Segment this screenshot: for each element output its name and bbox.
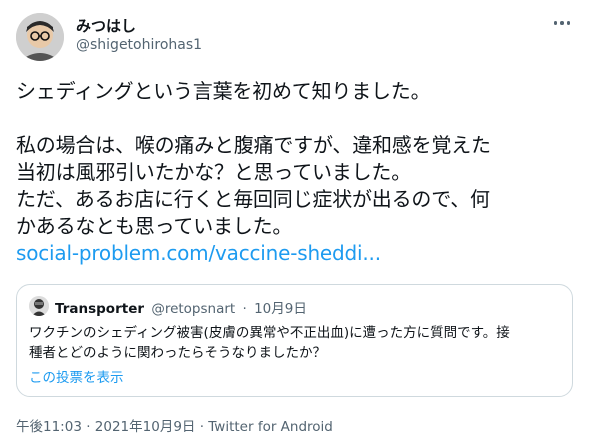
tweet-line: かあるなとも思っていました。 — [16, 214, 293, 238]
tweet-text: シェディングという言葉を初めて知りました。 私の場合は、喉の痛みと腹痛ですが、違… — [16, 78, 581, 267]
quote-date: 10月9日 — [254, 301, 307, 317]
author-handle[interactable]: @shigetohirohas1 — [76, 37, 202, 53]
more-options-button[interactable] — [547, 12, 577, 34]
quote-author-name: Transporter — [55, 301, 145, 317]
tweet-paragraph-1: シェディングという言葉を初めて知りました。 — [16, 79, 431, 103]
avatar-photo-icon — [16, 13, 64, 61]
quote-avatar-photo-icon — [29, 296, 49, 316]
tweet-line: 当初は風邪引いたかな？と思っていました。 — [16, 160, 411, 184]
tweet-line: 私の場合は、喉の痛みと腹痛ですが、違和感を覚えた — [16, 133, 491, 157]
more-horizontal-icon-dot — [560, 21, 564, 25]
more-horizontal-icon — [553, 21, 558, 25]
quote-line: 種者とどのように関わったらそうなりましたか？ — [29, 345, 326, 361]
avatar[interactable] — [16, 13, 64, 61]
quoted-tweet[interactable]: Transporter @retopsnart · 10月9日 ワクチンのシェデ… — [16, 284, 573, 397]
tweet-timestamp[interactable]: 午後11:03 · 2021年10月9日 · Twitter for Andro… — [16, 415, 333, 435]
author-name[interactable]: みつはし — [76, 15, 136, 36]
tweet-line: ただ、あるお店に行くと毎回同じ症状が出るので、何 — [16, 187, 490, 211]
quote-author-handle: @retopsnart — [151, 301, 236, 317]
show-poll-link[interactable]: この投票を表示 — [29, 366, 124, 386]
tweet-card: みつはし @shigetohirohas1 シェディングという言葉を初めて知りま… — [0, 0, 591, 441]
quote-separator: · — [242, 301, 247, 317]
quote-avatar — [29, 296, 49, 316]
quote-line: ワクチンのシェディング被害(皮膚の異常や不正出血)に遭った方に質問です。接 — [29, 325, 510, 341]
quote-header: Transporter @retopsnart · 10月9日 — [55, 297, 307, 317]
quote-body: ワクチンのシェディング被害(皮膚の異常や不正出血)に遭った方に質問です。接 種者… — [29, 323, 559, 363]
tweet-link[interactable]: social-problem.com/vaccine-sheddi... — [16, 240, 581, 267]
more-horizontal-icon-dot — [566, 21, 571, 25]
